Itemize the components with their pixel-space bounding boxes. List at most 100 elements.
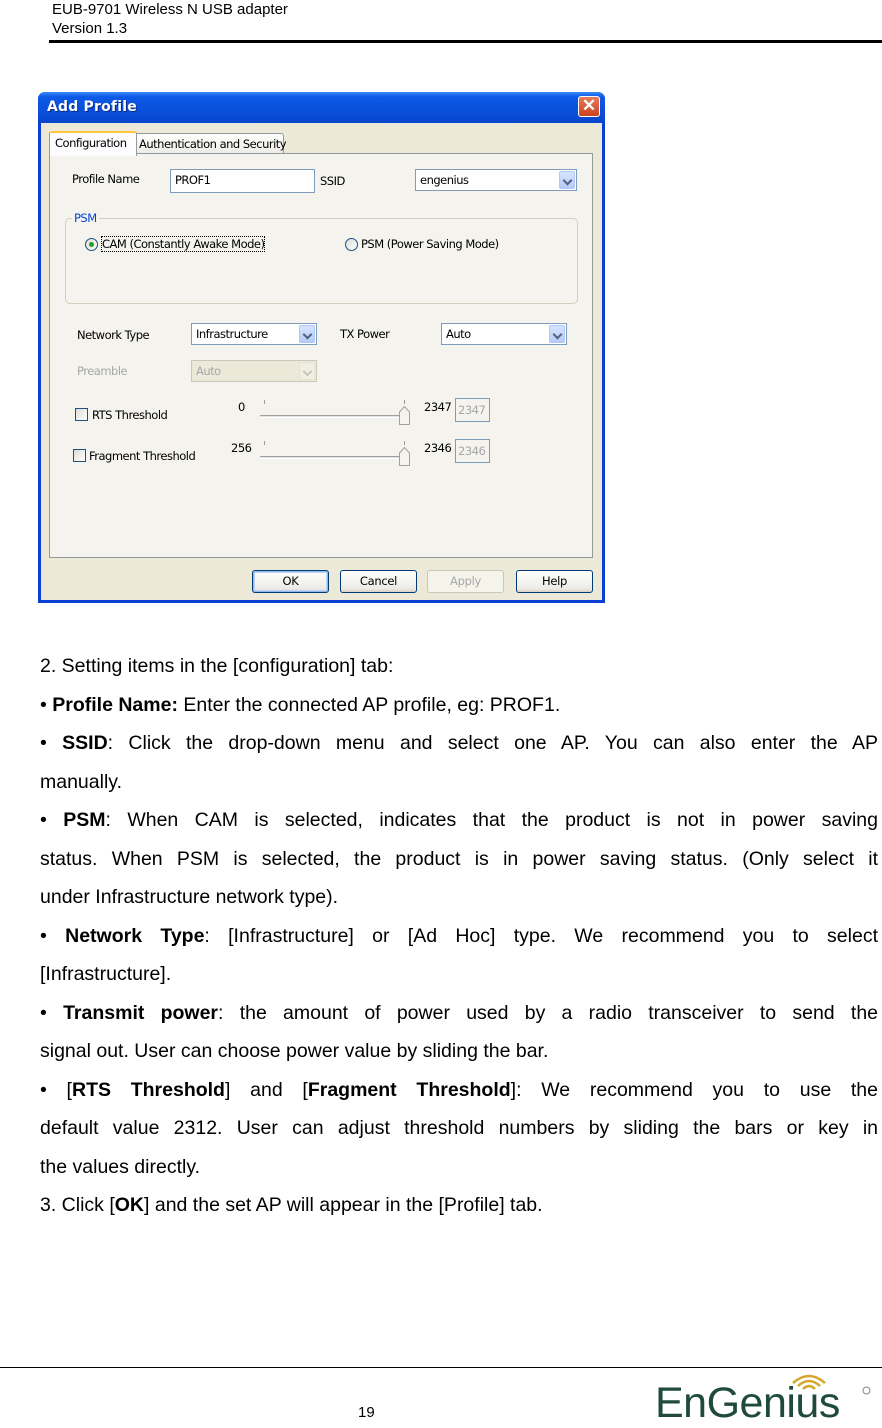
thresholds-item-cont: the values directly. — [40, 1155, 201, 1178]
fragment-max-label: 2346 — [424, 441, 452, 455]
rts-threshold-label: RTS Threshold — [92, 408, 168, 422]
desc: : Click the drop-down menu and select on… — [107, 732, 878, 754]
configuration-panel: Profile Name PROF1 SSID engenius PSM CAM… — [49, 153, 593, 558]
rts-threshold-checkbox[interactable] — [75, 408, 88, 421]
thresholds-item: • [RTS Threshold] and [Fragment Threshol… — [40, 1071, 878, 1110]
ssid-item: • SSID: Click the drop-down menu and sel… — [40, 724, 878, 763]
ssid-item-cont: manually. — [40, 770, 123, 793]
chevron-down-icon — [299, 362, 315, 380]
instructions: 2. Setting items in the [configuration] … — [40, 647, 878, 1225]
fragment-threshold-input[interactable]: 2346 — [455, 439, 490, 463]
text: [ — [46, 1078, 72, 1101]
rts-threshold-input[interactable]: 2347 — [455, 398, 490, 422]
close-button[interactable]: ✕ — [578, 96, 600, 117]
desc: : When CAM is selected, indicates that t… — [105, 809, 879, 831]
bullet: • — [40, 809, 47, 831]
psm-groupbox: PSM CAM (Constantly Awake Mode) PSM (Pow… — [65, 211, 578, 304]
page-number: 19 — [358, 1404, 375, 1421]
term: Transmit power — [63, 1001, 219, 1024]
header-divider — [49, 40, 882, 43]
step-3: 3. Click [OK] and the set AP will appear… — [40, 1186, 878, 1225]
slider-tick — [264, 400, 265, 404]
cancel-button[interactable]: Cancel — [340, 570, 417, 593]
desc: : the amount of power used by a radio tr… — [218, 1001, 879, 1024]
psm-item: • PSM: When CAM is selected, indicates t… — [40, 801, 878, 840]
psm-item-cont: status. When PSM is selected, the produc… — [40, 847, 878, 870]
network-type-item: • Network Type: [Infrastructure] or [Ad … — [40, 917, 878, 956]
chevron-down-icon[interactable] — [549, 325, 565, 343]
network-type-value: Infrastructure — [196, 327, 268, 341]
text: ] and the set AP will appear in the [Pro… — [144, 1194, 543, 1216]
chevron-down-icon[interactable] — [559, 171, 575, 189]
dialog-title: Add Profile — [47, 99, 137, 115]
psm-radio[interactable] — [345, 238, 358, 251]
bullet: • — [40, 924, 47, 947]
tab-configuration[interactable]: Configuration — [49, 131, 137, 156]
footer-divider — [0, 1367, 882, 1368]
ssid-label: SSID — [320, 174, 345, 188]
ok-button[interactable]: OK — [252, 570, 329, 593]
term: OK — [114, 1194, 145, 1216]
thresholds-item-cont: default value 2312. User can adjust thre… — [40, 1117, 878, 1139]
term: Profile Name: — [52, 693, 178, 716]
network-type-label: Network Type — [77, 328, 150, 342]
fragment-threshold-checkbox[interactable] — [73, 449, 86, 462]
network-type-dropdown[interactable]: Infrastructure — [191, 323, 317, 345]
desc: Enter the connected AP profile, eg: PROF… — [177, 693, 561, 716]
apply-button: Apply — [427, 570, 504, 593]
version-label: Version 1.3 — [52, 20, 128, 37]
fragment-threshold-slider[interactable] — [258, 439, 410, 469]
tx-power-dropdown[interactable]: Auto — [441, 323, 567, 345]
slider-tick — [404, 441, 405, 445]
preamble-dropdown: Auto — [191, 360, 317, 382]
bullet: • — [40, 693, 47, 716]
ssid-value: engenius — [420, 173, 469, 187]
network-type-item-cont: [Infrastructure]. — [40, 963, 172, 985]
dialog-title-bar[interactable]: Add Profile ✕ — [38, 92, 605, 123]
bullet: • — [40, 1001, 47, 1024]
term: Network Type — [65, 924, 205, 947]
slider-thumb[interactable] — [399, 406, 410, 425]
transmit-power-item: • Transmit power: the amount of power us… — [40, 994, 878, 1033]
preamble-label: Preamble — [77, 364, 128, 378]
preamble-value: Auto — [196, 364, 221, 378]
bullet: • — [40, 1078, 47, 1101]
bullet: • — [40, 732, 47, 754]
close-icon: ✕ — [581, 96, 597, 115]
add-profile-dialog: Add Profile ✕ Configuration Authenticati… — [38, 92, 605, 603]
cam-radio-label[interactable]: CAM (Constantly Awake Mode) — [100, 236, 266, 252]
psm-radio-label[interactable]: PSM (Power Saving Mode) — [361, 237, 499, 251]
wifi-signal-icon — [792, 1374, 826, 1390]
term: PSM — [63, 809, 106, 831]
fragment-min-label: 256 — [231, 441, 252, 455]
tx-power-label: TX Power — [340, 327, 390, 341]
step-2-heading: 2. Setting items in the [configuration] … — [40, 655, 394, 677]
desc: : [Infrastructure] or [Ad Hoc] type. We … — [204, 924, 878, 947]
psm-group-title: PSM — [72, 211, 99, 225]
desc: ]: We recommend you to use the — [510, 1078, 879, 1101]
profile-name-label: Profile Name — [72, 172, 140, 186]
profile-name-item: • Profile Name: Enter the connected AP p… — [40, 686, 878, 725]
slider-tick — [264, 441, 265, 445]
slider-thumb[interactable] — [399, 447, 410, 466]
rts-threshold-slider[interactable] — [258, 398, 410, 428]
profile-name-input[interactable]: PROF1 — [170, 169, 315, 193]
psm-item-cont: under Infrastructure network type). — [40, 886, 339, 908]
rts-min-label: 0 — [238, 400, 245, 414]
engenius-logo: EnGenius — [655, 1369, 877, 1427]
help-button[interactable]: Help — [516, 570, 593, 593]
text: 3. Click [ — [40, 1194, 115, 1216]
ssid-dropdown[interactable]: engenius — [415, 169, 577, 191]
chevron-down-icon[interactable] — [299, 325, 315, 343]
fragment-threshold-label: Fragment Threshold — [89, 449, 196, 463]
term: Fragment Threshold — [307, 1078, 511, 1101]
registered-mark-icon — [862, 1386, 871, 1395]
transmit-power-item-cont: signal out. User can choose power value … — [40, 1040, 549, 1062]
rts-max-label: 2347 — [424, 400, 452, 414]
cam-radio[interactable] — [85, 238, 98, 251]
product-title: EUB-9701 Wireless N USB adapter — [52, 1, 288, 18]
term: RTS Threshold — [71, 1078, 225, 1101]
tab-authentication-security[interactable]: Authentication and Security — [133, 133, 287, 154]
slider-track — [260, 415, 406, 418]
slider-tick — [404, 400, 405, 404]
